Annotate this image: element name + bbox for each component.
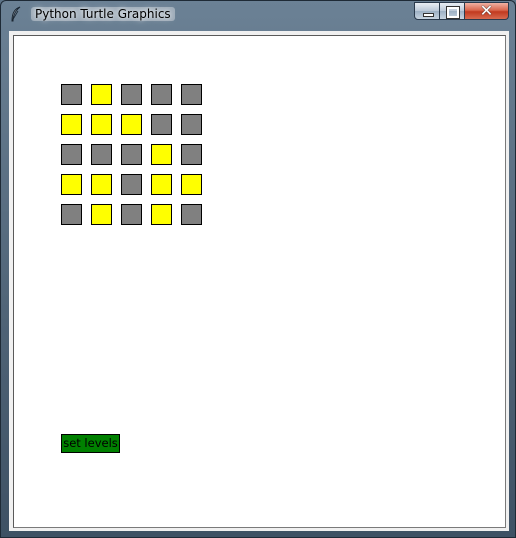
grid-cell-r3-c2[interactable] bbox=[91, 144, 112, 165]
grid-cell-r5-c1[interactable] bbox=[61, 204, 82, 225]
close-icon: ✕ bbox=[479, 1, 494, 20]
grid-cell-r2-c3[interactable] bbox=[121, 114, 142, 135]
grid-cell-r4-c4[interactable] bbox=[151, 174, 172, 195]
title-bar[interactable]: Python Turtle Graphics ✕ bbox=[1, 1, 515, 29]
grid-cell-r3-c1[interactable] bbox=[61, 144, 82, 165]
grid-cell-r2-c4[interactable] bbox=[151, 114, 172, 135]
grid-cell-r4-c1[interactable] bbox=[61, 174, 82, 195]
maximize-icon bbox=[446, 6, 460, 19]
maximize-button[interactable] bbox=[440, 2, 465, 20]
grid-cell-r1-c4[interactable] bbox=[151, 84, 172, 105]
set-levels-button[interactable]: set levels bbox=[61, 434, 120, 453]
grid-cell-r4-c3[interactable] bbox=[121, 174, 142, 195]
grid-cell-r3-c3[interactable] bbox=[121, 144, 142, 165]
grid-cell-r3-c4[interactable] bbox=[151, 144, 172, 165]
minimize-icon bbox=[423, 13, 434, 17]
grid-cell-r2-c5[interactable] bbox=[181, 114, 202, 135]
grid-cell-r5-c2[interactable] bbox=[91, 204, 112, 225]
client-area: set levels bbox=[9, 31, 509, 531]
minimize-button[interactable] bbox=[414, 2, 440, 20]
grid-cell-r3-c5[interactable] bbox=[181, 144, 202, 165]
grid-cell-r1-c1[interactable] bbox=[61, 84, 82, 105]
grid-cell-r2-c1[interactable] bbox=[61, 114, 82, 135]
grid-cell-r4-c5[interactable] bbox=[181, 174, 202, 195]
window-controls: ✕ bbox=[414, 1, 509, 21]
grid-cell-r2-c2[interactable] bbox=[91, 114, 112, 135]
window-title: Python Turtle Graphics bbox=[31, 7, 175, 21]
turtle-canvas[interactable]: set levels bbox=[13, 35, 506, 528]
grid-cell-r1-c2[interactable] bbox=[91, 84, 112, 105]
grid-cell-r5-c4[interactable] bbox=[151, 204, 172, 225]
grid-cell-r4-c2[interactable] bbox=[91, 174, 112, 195]
app-window: Python Turtle Graphics ✕ set levels bbox=[0, 0, 516, 538]
grid-cell-r5-c5[interactable] bbox=[181, 204, 202, 225]
grid-cell-r1-c3[interactable] bbox=[121, 84, 142, 105]
close-button[interactable]: ✕ bbox=[465, 1, 509, 20]
grid-cell-r1-c5[interactable] bbox=[181, 84, 202, 105]
feather-icon bbox=[11, 6, 21, 22]
grid-cell-r5-c3[interactable] bbox=[121, 204, 142, 225]
